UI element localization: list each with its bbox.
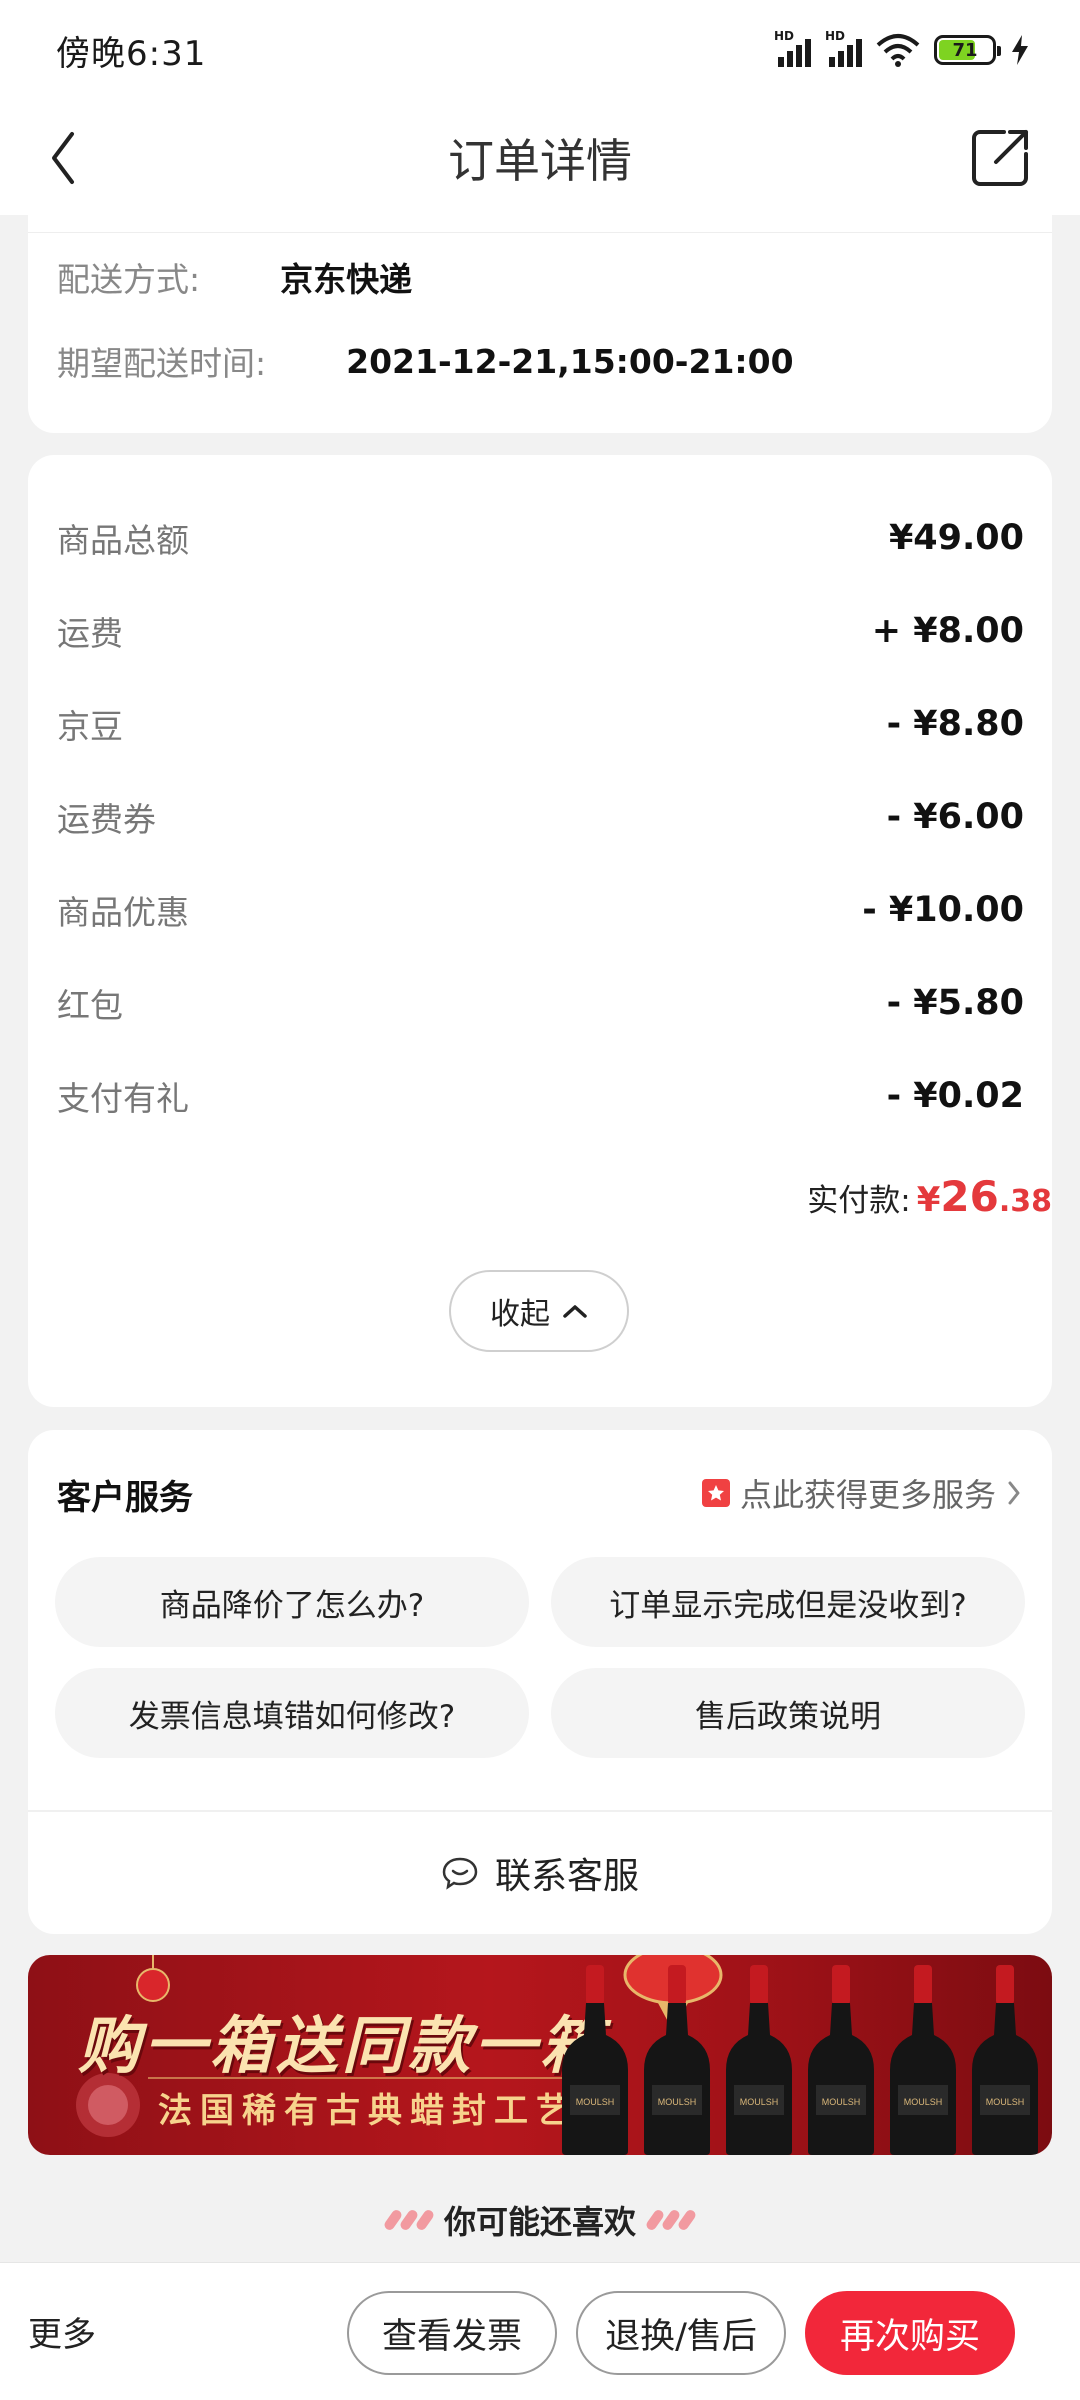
more-services-label: 点此获得更多服务 <box>739 1476 996 1514</box>
wine-bottle-icon: MOULSH <box>644 1965 710 2155</box>
delivery-time-row: 期望配送时间: 2021-12-21,15:00-21:00 <box>57 337 794 385</box>
wifi-icon <box>876 34 920 67</box>
amount-value: ¥49.00 <box>888 518 1024 558</box>
signal-hd-label: HD <box>774 29 795 43</box>
wine-bottle-icon: MOULSH <box>972 1965 1038 2155</box>
wine-bottle-icon: MOULSH <box>890 1965 956 2155</box>
bottle-label: MOULSH <box>904 2097 943 2107</box>
bottle-label: MOULSH <box>658 2097 697 2107</box>
amount-label: 红包 <box>57 986 123 1025</box>
contact-service-label: 联系客服 <box>494 1856 639 1897</box>
faq-question-button[interactable]: 商品降价了怎么办? <box>55 1557 529 1647</box>
more-services-link[interactable]: 点此获得更多服务 <box>701 1470 1022 1516</box>
battery-level: 71 <box>952 39 978 61</box>
contact-service-button[interactable]: 联系客服 <box>28 1812 1052 1934</box>
amount-row: 运费券 - ¥6.00 <box>57 787 1024 847</box>
amount-value: + ¥8.00 <box>871 611 1024 651</box>
page-title: 订单详情 <box>448 133 632 188</box>
paid-label: 实付款: <box>807 1183 911 1219</box>
faq-question-label: 售后政策说明 <box>695 1698 881 1735</box>
amount-row: 京豆 - ¥8.80 <box>57 694 1024 754</box>
wine-bottle-icon: MOULSH <box>562 1965 628 2155</box>
delivery-method-value: 京东快递 <box>280 260 413 299</box>
signal-icon: HD <box>774 29 811 67</box>
status-bar: 傍晚6:31 HD HD 71 <box>0 0 1080 100</box>
delivery-time-value: 2021-12-21,15:00-21:00 <box>346 341 794 381</box>
amount-label: 商品总额 <box>57 521 189 560</box>
signal-icon: HD <box>825 29 862 67</box>
paid-amount-row: 实付款: ¥ 26 .38 <box>807 1172 1052 1221</box>
faq-question-label: 订单显示完成但是没收到? <box>609 1587 967 1624</box>
faq-question-label: 商品降价了怎么办? <box>159 1587 425 1624</box>
amount-value: - ¥10.00 <box>862 890 1024 930</box>
bottle-label: MOULSH <box>822 2097 861 2107</box>
share-icon[interactable] <box>966 122 1036 192</box>
amount-label: 支付有礼 <box>57 1079 189 1118</box>
collapse-button[interactable]: 收起 <box>449 1270 629 1352</box>
nav-bar: 订单详情 <box>0 100 1080 215</box>
paid-currency: ¥ <box>916 1180 941 1220</box>
back-button[interactable] <box>48 128 108 188</box>
banner-subline: 法国稀有古典蜡封工艺 <box>158 2091 578 2131</box>
amount-row: 支付有礼 - ¥0.02 <box>57 1066 1024 1126</box>
wine-bottles-image: MOULSH MOULSH MOULSH MOULSH MOULSH MOULS… <box>556 1961 1044 2155</box>
amount-row: 运费 + ¥8.00 <box>57 601 1024 661</box>
bottle-label: MOULSH <box>576 2097 615 2107</box>
delivery-method-label: 配送方式: <box>57 260 201 299</box>
amount-value: - ¥6.00 <box>886 797 1024 837</box>
decoration-icon <box>382 2208 436 2232</box>
customer-service-card: 客户服务 点此获得更多服务 商品降价了怎么办? 订单显示完成但是没收到? 发票信… <box>28 1430 1052 1934</box>
status-time: 傍晚6:31 <box>56 33 207 74</box>
collapse-label: 收起 <box>490 1297 550 1332</box>
view-invoice-button[interactable]: 查看发票 <box>347 2291 557 2375</box>
delivery-info-card: 配送方式: 京东快递 期望配送时间: 2021-12-21,15:00-21:0… <box>28 215 1052 433</box>
amount-label: 京豆 <box>57 707 123 746</box>
more-button[interactable]: 更多 <box>28 2307 96 2356</box>
bottle-label: MOULSH <box>740 2097 779 2107</box>
faq-question-button[interactable]: 售后政策说明 <box>551 1668 1025 1758</box>
charging-icon <box>1012 35 1028 65</box>
paid-integer: 26 <box>940 1172 999 1221</box>
buy-again-label: 再次购买 <box>839 2316 980 2357</box>
status-icons: HD HD 71 <box>774 29 1030 67</box>
buy-again-button[interactable]: 再次购买 <box>805 2291 1015 2375</box>
amount-value: - ¥5.80 <box>886 983 1024 1023</box>
return-service-button[interactable]: 退换/售后 <box>576 2291 786 2375</box>
bottom-action-bar: 更多 查看发票 退换/售后 再次购买 <box>0 2262 1080 2400</box>
amount-row: 商品优惠 - ¥10.00 <box>57 880 1024 940</box>
delivery-method-row: 配送方式: 京东快递 <box>57 253 412 301</box>
promo-banner[interactable]: 购一箱送同款一箱 法国稀有古典蜡封工艺 MOULSH MOULSH MOULSH… <box>28 1955 1052 2155</box>
amount-value: - ¥8.80 <box>886 704 1024 744</box>
view-invoice-label: 查看发票 <box>381 2316 522 2357</box>
amount-row: 商品总额 ¥49.00 <box>57 508 1024 568</box>
battery-icon: 71 <box>934 35 1001 65</box>
amount-value: - ¥0.02 <box>886 1076 1024 1116</box>
amount-row: 红包 - ¥5.80 <box>57 973 1024 1033</box>
star-badge-icon <box>701 1479 730 1507</box>
banner-headline: 购一箱送同款一箱 <box>78 2009 607 2082</box>
paid-decimal: .38 <box>998 1184 1052 1219</box>
service-title: 客户服务 <box>57 1478 193 1518</box>
amount-label: 商品优惠 <box>57 893 189 932</box>
recommend-heading: 你可能还喜欢 <box>0 2175 1080 2265</box>
chevron-right-icon <box>1008 1481 1020 1505</box>
bottle-label: MOULSH <box>986 2097 1025 2107</box>
delivery-time-label: 期望配送时间: <box>57 344 267 383</box>
faq-question-button[interactable]: 发票信息填错如何修改? <box>55 1668 529 1758</box>
wine-bottle-icon: MOULSH <box>726 1965 792 2155</box>
signal-hd-label: HD <box>825 29 846 43</box>
amount-label: 运费券 <box>57 800 156 839</box>
decoration-icon <box>644 2208 698 2232</box>
amount-card: 商品总额 ¥49.00 运费 + ¥8.00 京豆 - ¥8.80 运费券 - … <box>28 455 1052 1407</box>
faq-question-button[interactable]: 订单显示完成但是没收到? <box>551 1557 1025 1647</box>
chevron-up-icon <box>563 1305 587 1318</box>
wine-bottle-icon: MOULSH <box>808 1965 874 2155</box>
chat-smile-icon <box>442 1857 478 1890</box>
recommend-title: 你可能还喜欢 <box>443 2203 636 2241</box>
return-service-label: 退换/售后 <box>605 2316 757 2357</box>
amount-label: 运费 <box>57 614 123 653</box>
faq-question-label: 发票信息填错如何修改? <box>128 1698 456 1735</box>
chevron-left-icon <box>52 132 74 184</box>
